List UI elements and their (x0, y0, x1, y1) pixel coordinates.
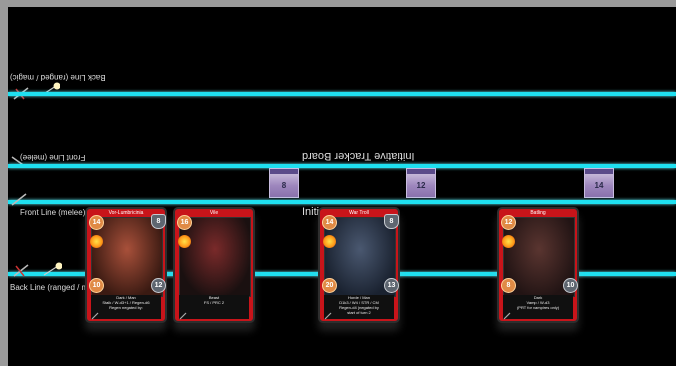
shield-badge: 8 (151, 214, 166, 229)
tracker-slot[interactable]: 14 (584, 168, 614, 198)
lane-front-line (8, 200, 676, 204)
hp-badge: 20 (322, 278, 337, 293)
creature-card[interactable]: Vile 16 Beast FS / PRC 2 (173, 207, 255, 323)
lane-front-line-flipped (8, 164, 676, 168)
sun-icon (502, 235, 515, 248)
game-board: Back Line (ranged / magic) Front Line (m… (8, 7, 676, 366)
lane-label-back-line-flipped: Back Line (ranged / magic) (10, 73, 106, 82)
edit-icon[interactable] (324, 312, 332, 320)
hp-badge: 8 (501, 278, 516, 293)
creature-card[interactable]: War Troll 14 8 20 13 Horde / Man D1k3 / … (318, 207, 400, 323)
sun-icon (90, 235, 103, 248)
sword-icon (11, 193, 27, 206)
card-art (179, 217, 251, 297)
armor-badge: 10 (563, 278, 578, 293)
hp-badge: 10 (89, 278, 104, 293)
crossed-swords-icon (13, 264, 29, 277)
lane-label-front-line: Front Line (melee) (20, 208, 86, 217)
creature-card[interactable]: Batling 12 8 10 Dark Vamp / W-d3 (PRT fo… (497, 207, 579, 323)
shield-badge: 8 (384, 214, 399, 229)
armor-badge: 13 (384, 278, 399, 293)
sun-icon (178, 235, 191, 248)
speed-badge: 12 (501, 215, 516, 230)
creature-card[interactable]: Vor-Lumbricinia 14 8 10 12 Dark / Man St… (85, 207, 167, 323)
magic-staff-icon (43, 262, 62, 276)
card-text: Horde / Man D1k3 / W4 / STR / CM Regen-d… (324, 295, 394, 319)
lane-back-line-flipped (8, 92, 676, 96)
card-text: Dark Vamp / W-d3 (PRT for vampires only) (503, 295, 573, 319)
armor-badge: 12 (151, 278, 166, 293)
tracker-slot[interactable]: 12 (406, 168, 436, 198)
edit-icon[interactable] (179, 312, 187, 320)
card-text: Dark / Man Stalk / W-d3+1 / Regen-d6 Reg… (91, 295, 161, 319)
speed-badge: 14 (89, 215, 104, 230)
tracker-slot[interactable]: 8 (269, 168, 299, 198)
edit-icon[interactable] (91, 312, 99, 320)
speed-badge: 16 (177, 215, 192, 230)
edit-icon[interactable] (503, 312, 511, 320)
tracker-title-flipped: Initiative Tracker Board (302, 150, 415, 162)
card-text: Beast FS / PRC 2 (179, 295, 249, 319)
tracker-title-partial: Initi (302, 206, 320, 218)
sun-icon (323, 235, 336, 248)
speed-badge: 14 (322, 215, 337, 230)
